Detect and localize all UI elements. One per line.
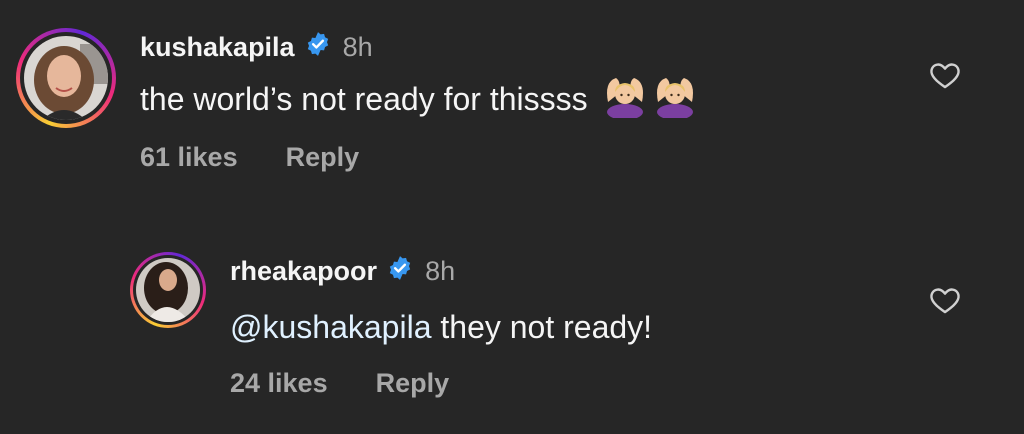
likes-count[interactable]: 24 likes <box>230 368 328 399</box>
comment-text: the world’s not ready for thissss <box>140 76 698 122</box>
verified-badge-icon <box>387 255 413 288</box>
reply-button[interactable]: Reply <box>286 142 360 173</box>
comment-text: @kushakapila they not ready! <box>230 304 652 350</box>
comment-body: the world’s not ready for thissss <box>140 80 588 117</box>
verified-badge-icon <box>305 31 331 64</box>
heart-outline-icon[interactable] <box>928 58 962 97</box>
likes-count[interactable]: 61 likes <box>140 142 238 173</box>
avatar-rheakapoor[interactable] <box>130 252 206 328</box>
comment-time: 8h <box>425 255 456 286</box>
avatar-kushakapila[interactable] <box>16 28 116 128</box>
comment-time: 8h <box>342 31 373 62</box>
profile-photo-icon <box>24 36 108 120</box>
comment-body: they not ready! <box>431 308 653 345</box>
mention-link[interactable]: @kushakapila <box>230 309 431 346</box>
reply-button[interactable]: Reply <box>376 368 450 399</box>
raised-hands-woman-emoji-icon <box>652 72 698 126</box>
comment-username[interactable]: kushakapila <box>140 32 295 63</box>
heart-outline-icon[interactable] <box>928 283 962 322</box>
comment-username[interactable]: rheakapoor <box>230 256 377 287</box>
profile-photo-icon <box>136 258 200 322</box>
raised-hands-woman-emoji-icon <box>602 72 648 126</box>
